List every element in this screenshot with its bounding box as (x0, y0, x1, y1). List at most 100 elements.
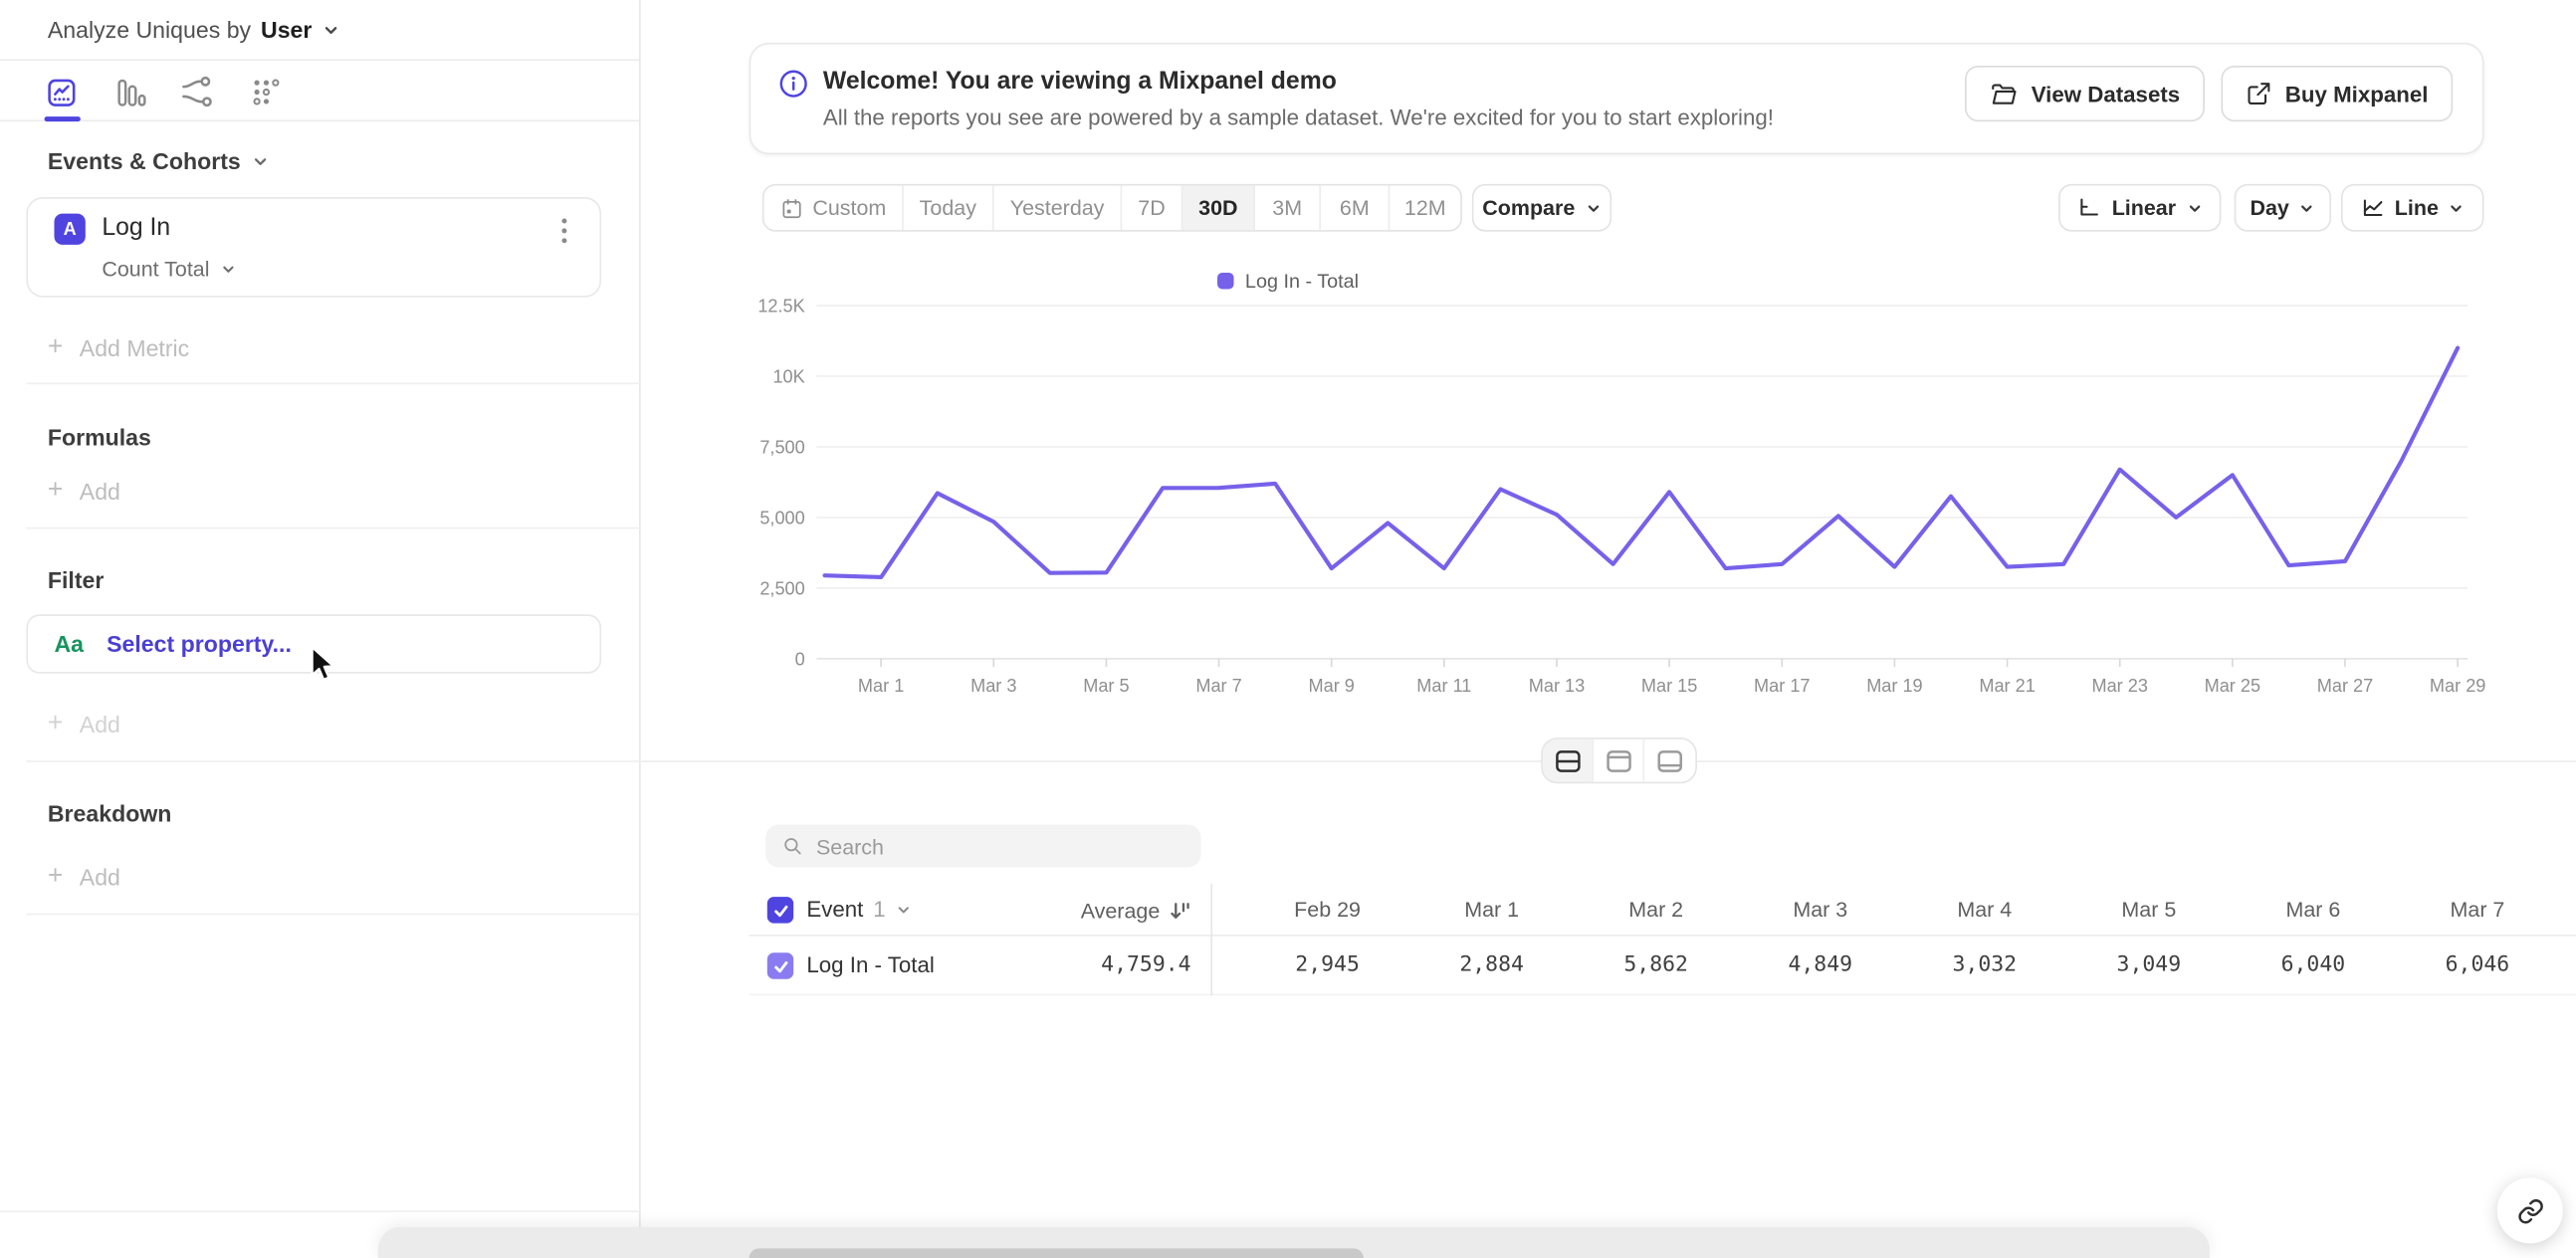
date-cell-value: 6,040 (2280, 952, 2346, 978)
select-all-checkbox[interactable] (766, 897, 794, 924)
view-datasets-button[interactable]: View Datasets (1965, 66, 2205, 122)
divider (26, 760, 641, 762)
scale-button[interactable]: Linear (2058, 183, 2222, 232)
range-6m[interactable]: 6M (1321, 185, 1391, 231)
add-breakdown-button[interactable]: + Add (48, 863, 120, 893)
tab-flows[interactable] (177, 73, 217, 112)
tab-insights[interactable] (41, 73, 81, 112)
layout-split-view-icon[interactable] (1542, 738, 1594, 782)
range-today[interactable]: Today (904, 185, 994, 231)
range-12m[interactable]: 12M (1390, 186, 1460, 231)
date-column-header: Mar 5 (2121, 897, 2177, 922)
search-icon (784, 838, 801, 855)
svg-text:5,000: 5,000 (759, 509, 804, 528)
chevron-down-icon (898, 906, 910, 913)
date-cell-value: 2,945 (1295, 952, 1360, 978)
divider (26, 526, 641, 529)
svg-text:10K: 10K (772, 367, 804, 387)
svg-text:Mar 21: Mar 21 (1979, 676, 2035, 696)
sort-descending-icon (1171, 903, 1189, 919)
buy-mixpanel-button[interactable]: Buy Mixpanel (2221, 66, 2454, 122)
external-link-icon (2248, 83, 2270, 105)
event-title: Log In (102, 213, 171, 242)
event-letter-badge: A (54, 213, 86, 245)
event-metric-dropdown[interactable]: Count Total (102, 256, 236, 281)
breakdown-heading: Breakdown (47, 799, 172, 827)
tab-funnels[interactable] (110, 73, 150, 112)
date-cell-value: 6,046 (2445, 952, 2510, 978)
analyze-entity-dropdown[interactable]: User (261, 17, 312, 43)
svg-text:2,500: 2,500 (759, 578, 804, 598)
retention-dots-icon (252, 78, 279, 105)
date-cell-value: 2,884 (1459, 952, 1524, 978)
date-cell-value: 3,049 (2116, 952, 2182, 978)
svg-text:Mar 23: Mar 23 (2091, 676, 2147, 696)
chevron-down-icon (222, 265, 233, 272)
insights-line-chart-icon (47, 78, 75, 106)
row-series-name: Log In - Total (806, 952, 935, 978)
copy-link-button[interactable] (2496, 1177, 2563, 1244)
date-cell-value: 4,849 (1788, 952, 1853, 978)
svg-text:Mar 19: Mar 19 (1866, 676, 1922, 696)
analyze-header: Analyze Uniques by User (0, 0, 640, 62)
search-input[interactable] (815, 833, 1185, 859)
range-7d[interactable]: 7D (1122, 185, 1183, 231)
event-card-log-in[interactable]: A Log In Count Total (26, 197, 602, 298)
banner-title: Welcome! You are viewing a Mixpanel demo (822, 67, 1337, 96)
svg-text:0: 0 (795, 649, 805, 669)
date-column-headers: Feb 29 Mar 1 Mar 2 Mar 3 Mar 4 Mar 5 Mar 6 Mar … (1245, 884, 2559, 935)
date-column-header: Mar 6 (2285, 897, 2341, 922)
range-3m[interactable]: 3M (1255, 185, 1322, 231)
panel-layout-toggle (1541, 737, 1697, 784)
chevron-down-icon (2451, 204, 2463, 211)
svg-text:Mar 5: Mar 5 (1083, 676, 1129, 696)
layout-top-view-icon[interactable] (1594, 738, 1645, 782)
date-range-control: Custom Today Yesterday 7D 30D 3M 6M 12M (761, 183, 1462, 232)
svg-text:Mar 1: Mar 1 (858, 676, 904, 696)
add-filter-button[interactable]: + Add (48, 710, 120, 739)
range-yesterday[interactable]: Yesterday (994, 185, 1123, 231)
svg-text:Mar 29: Mar 29 (2430, 676, 2485, 696)
range-custom[interactable]: Custom (763, 185, 904, 231)
interval-button[interactable]: Day (2234, 183, 2332, 232)
welcome-banner: Welcome! You are viewing a Mixpanel demo… (749, 42, 2484, 155)
date-column-header: Mar 2 (1628, 897, 1684, 922)
horizontal-scrollbar-thumb[interactable] (749, 1248, 1364, 1258)
chevron-down-icon (2189, 204, 2200, 211)
row-checkbox[interactable] (766, 952, 794, 979)
chevron-down-icon (255, 157, 268, 165)
line-chart-icon (2363, 199, 2382, 217)
filter-heading: Filter (47, 566, 105, 593)
svg-text:Mar 9: Mar 9 (1309, 676, 1355, 696)
average-column-header[interactable]: Average (969, 899, 1191, 924)
svg-text:Mar 15: Mar 15 (1641, 676, 1697, 696)
compare-button[interactable]: Compare (1471, 183, 1612, 232)
svg-text:Mar 27: Mar 27 (2317, 676, 2373, 696)
date-column-header: Mar 1 (1464, 897, 1520, 922)
row-average-value: 4,759.4 (1101, 952, 1191, 978)
svg-text:12.5K: 12.5K (757, 297, 804, 316)
chart-type-button[interactable]: Line (2340, 183, 2484, 232)
info-icon (778, 69, 808, 99)
flows-icon (182, 76, 212, 107)
divider (26, 382, 641, 385)
layout-bottom-view-icon[interactable] (1644, 739, 1695, 782)
select-property-link: Select property... (107, 630, 292, 658)
kebab-menu-icon[interactable] (550, 215, 576, 245)
event-column-header[interactable]: Event 1 (806, 897, 912, 922)
date-column-header: Feb 29 (1294, 897, 1362, 922)
add-formula-button[interactable]: + Add (48, 477, 120, 507)
add-metric-button[interactable]: + Add Metric (48, 333, 189, 363)
events-cohorts-heading[interactable]: Events & Cohorts (48, 148, 271, 174)
range-30d[interactable]: 30D (1182, 185, 1255, 231)
tab-retention[interactable] (247, 73, 287, 112)
analyze-label: Analyze Uniques by (47, 16, 252, 43)
svg-text:Mar 17: Mar 17 (1754, 676, 1810, 696)
svg-text:Mar 25: Mar 25 (2205, 676, 2260, 696)
table-row-log-in-total[interactable]: Log In - Total 4,759.4 2,945 2,884 5,862 4,… (749, 937, 2576, 996)
linear-axis-icon (2081, 198, 2099, 216)
filter-select-property[interactable]: Aa Select property... (26, 614, 602, 674)
folder-icon (1992, 83, 2018, 104)
sidebar: Analyze Uniques by User Events & Cohorts… (0, 0, 641, 1258)
calendar-icon (781, 198, 800, 218)
